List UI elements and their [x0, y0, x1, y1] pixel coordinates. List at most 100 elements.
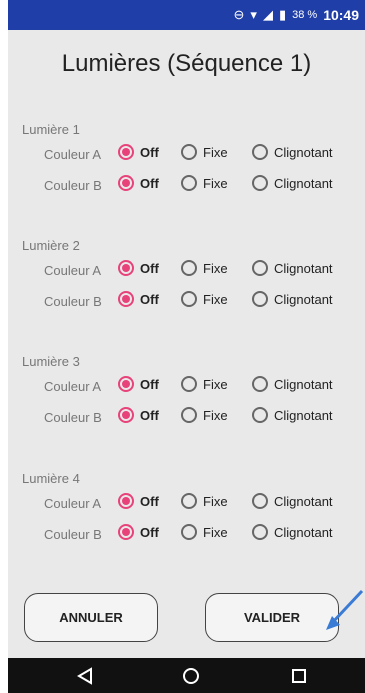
radio-label: Off: [140, 524, 159, 540]
radio-label: Clignotant: [274, 260, 333, 276]
page-title: Lumières (Séquence 1): [61, 50, 312, 77]
home-icon[interactable]: [181, 666, 201, 686]
recent-apps-icon[interactable]: [289, 666, 309, 686]
radio-label: Off: [140, 407, 159, 423]
radio-button[interactable]: [252, 291, 268, 307]
color-row: Couleur B Off Fixe Clignotant: [8, 291, 365, 313]
battery-icon: ▮: [278, 7, 287, 22]
radio-button[interactable]: [252, 175, 268, 191]
dnd-icon: ⊖: [233, 7, 245, 22]
radio-label: Fixe: [203, 144, 228, 160]
radio-button[interactable]: [181, 376, 197, 392]
radio-label: Fixe: [203, 260, 228, 276]
radio-label: Clignotant: [274, 175, 333, 191]
radio-button[interactable]: [181, 291, 197, 307]
color-row: Couleur A Off Fixe Clignotant: [8, 260, 365, 282]
color-row: Couleur B Off Fixe Clignotant: [8, 175, 365, 197]
radio-option-fixe[interactable]: Fixe: [181, 493, 228, 509]
wifi-icon: ▾: [250, 7, 257, 22]
radio-label: Off: [140, 260, 159, 276]
color-row: Couleur B Off Fixe Clignotant: [8, 524, 365, 546]
light-label: Lumière 3: [22, 354, 80, 369]
radio-button[interactable]: [252, 376, 268, 392]
radio-option-clignotant[interactable]: Clignotant: [252, 376, 333, 392]
radio-option-fixe[interactable]: Fixe: [181, 291, 228, 307]
radio-option-off[interactable]: Off: [118, 144, 159, 160]
color-row: Couleur B Off Fixe Clignotant: [8, 407, 365, 429]
radio-button[interactable]: [252, 260, 268, 276]
radio-option-fixe[interactable]: Fixe: [181, 407, 228, 423]
light-label: Lumière 4: [22, 471, 80, 486]
radio-option-clignotant[interactable]: Clignotant: [252, 175, 333, 191]
radio-button[interactable]: [181, 407, 197, 423]
radio-button[interactable]: [118, 524, 134, 540]
radio-label: Fixe: [203, 407, 228, 423]
radio-button[interactable]: [181, 144, 197, 160]
radio-button[interactable]: [118, 144, 134, 160]
radio-button[interactable]: [118, 376, 134, 392]
cancel-button[interactable]: ANNULER: [24, 593, 158, 642]
radio-option-clignotant[interactable]: Clignotant: [252, 291, 333, 307]
radio-label: Fixe: [203, 493, 228, 509]
radio-option-off[interactable]: Off: [118, 407, 159, 423]
radio-label: Off: [140, 175, 159, 191]
radio-label: Fixe: [203, 376, 228, 392]
back-icon[interactable]: [75, 666, 95, 686]
color-label: Couleur B: [44, 410, 102, 425]
light-label: Lumière 1: [22, 122, 80, 137]
radio-button[interactable]: [118, 291, 134, 307]
radio-option-clignotant[interactable]: Clignotant: [252, 260, 333, 276]
radio-option-fixe[interactable]: Fixe: [181, 260, 228, 276]
radio-option-off[interactable]: Off: [118, 175, 159, 191]
radio-label: Off: [140, 144, 159, 160]
radio-option-fixe[interactable]: Fixe: [181, 175, 228, 191]
radio-button[interactable]: [252, 407, 268, 423]
radio-option-off[interactable]: Off: [118, 493, 159, 509]
validate-button[interactable]: VALIDER: [205, 593, 339, 642]
radio-label: Off: [140, 493, 159, 509]
radio-label: Clignotant: [274, 493, 333, 509]
color-label: Couleur B: [44, 294, 102, 309]
radio-option-fixe[interactable]: Fixe: [181, 376, 228, 392]
radio-button[interactable]: [252, 493, 268, 509]
radio-button[interactable]: [118, 407, 134, 423]
radio-option-off[interactable]: Off: [118, 260, 159, 276]
radio-button[interactable]: [252, 524, 268, 540]
radio-button[interactable]: [118, 175, 134, 191]
radio-option-off[interactable]: Off: [118, 291, 159, 307]
color-label: Couleur A: [44, 263, 102, 278]
radio-option-clignotant[interactable]: Clignotant: [252, 407, 333, 423]
radio-option-fixe[interactable]: Fixe: [181, 524, 228, 540]
color-label: Couleur B: [44, 527, 102, 542]
radio-option-off[interactable]: Off: [118, 376, 159, 392]
color-label: Couleur A: [44, 496, 102, 511]
radio-button[interactable]: [252, 144, 268, 160]
radio-label: Clignotant: [274, 407, 333, 423]
color-row: Couleur A Off Fixe Clignotant: [8, 493, 365, 515]
status-bar: ⊖ ▾ ◢ ▮ 38 % 10:49: [8, 0, 365, 30]
radio-label: Fixe: [203, 524, 228, 540]
app-content: Lumières (Séquence 1) Lumière 1 Couleur A…: [8, 30, 365, 658]
radio-button[interactable]: [181, 524, 197, 540]
annotation-arrow-icon: [326, 589, 364, 630]
radio-button[interactable]: [118, 260, 134, 276]
status-icons: ⊖ ▾ ◢ ▮ 38 % 10:49: [234, 7, 359, 23]
radio-option-fixe[interactable]: Fixe: [181, 144, 228, 160]
radio-button[interactable]: [118, 493, 134, 509]
radio-label: Clignotant: [274, 291, 333, 307]
radio-option-clignotant[interactable]: Clignotant: [252, 493, 333, 509]
radio-option-clignotant[interactable]: Clignotant: [252, 524, 333, 540]
clock: 10:49: [323, 7, 359, 23]
radio-label: Fixe: [203, 291, 228, 307]
radio-label: Clignotant: [274, 524, 333, 540]
navigation-bar: [8, 658, 365, 693]
light-label: Lumière 2: [22, 238, 80, 253]
radio-button[interactable]: [181, 260, 197, 276]
radio-label: Off: [140, 376, 159, 392]
radio-option-clignotant[interactable]: Clignotant: [252, 144, 333, 160]
color-label: Couleur B: [44, 178, 102, 193]
battery-percent: 38 %: [292, 9, 318, 21]
radio-option-off[interactable]: Off: [118, 524, 159, 540]
radio-button[interactable]: [181, 493, 197, 509]
radio-button[interactable]: [181, 175, 197, 191]
